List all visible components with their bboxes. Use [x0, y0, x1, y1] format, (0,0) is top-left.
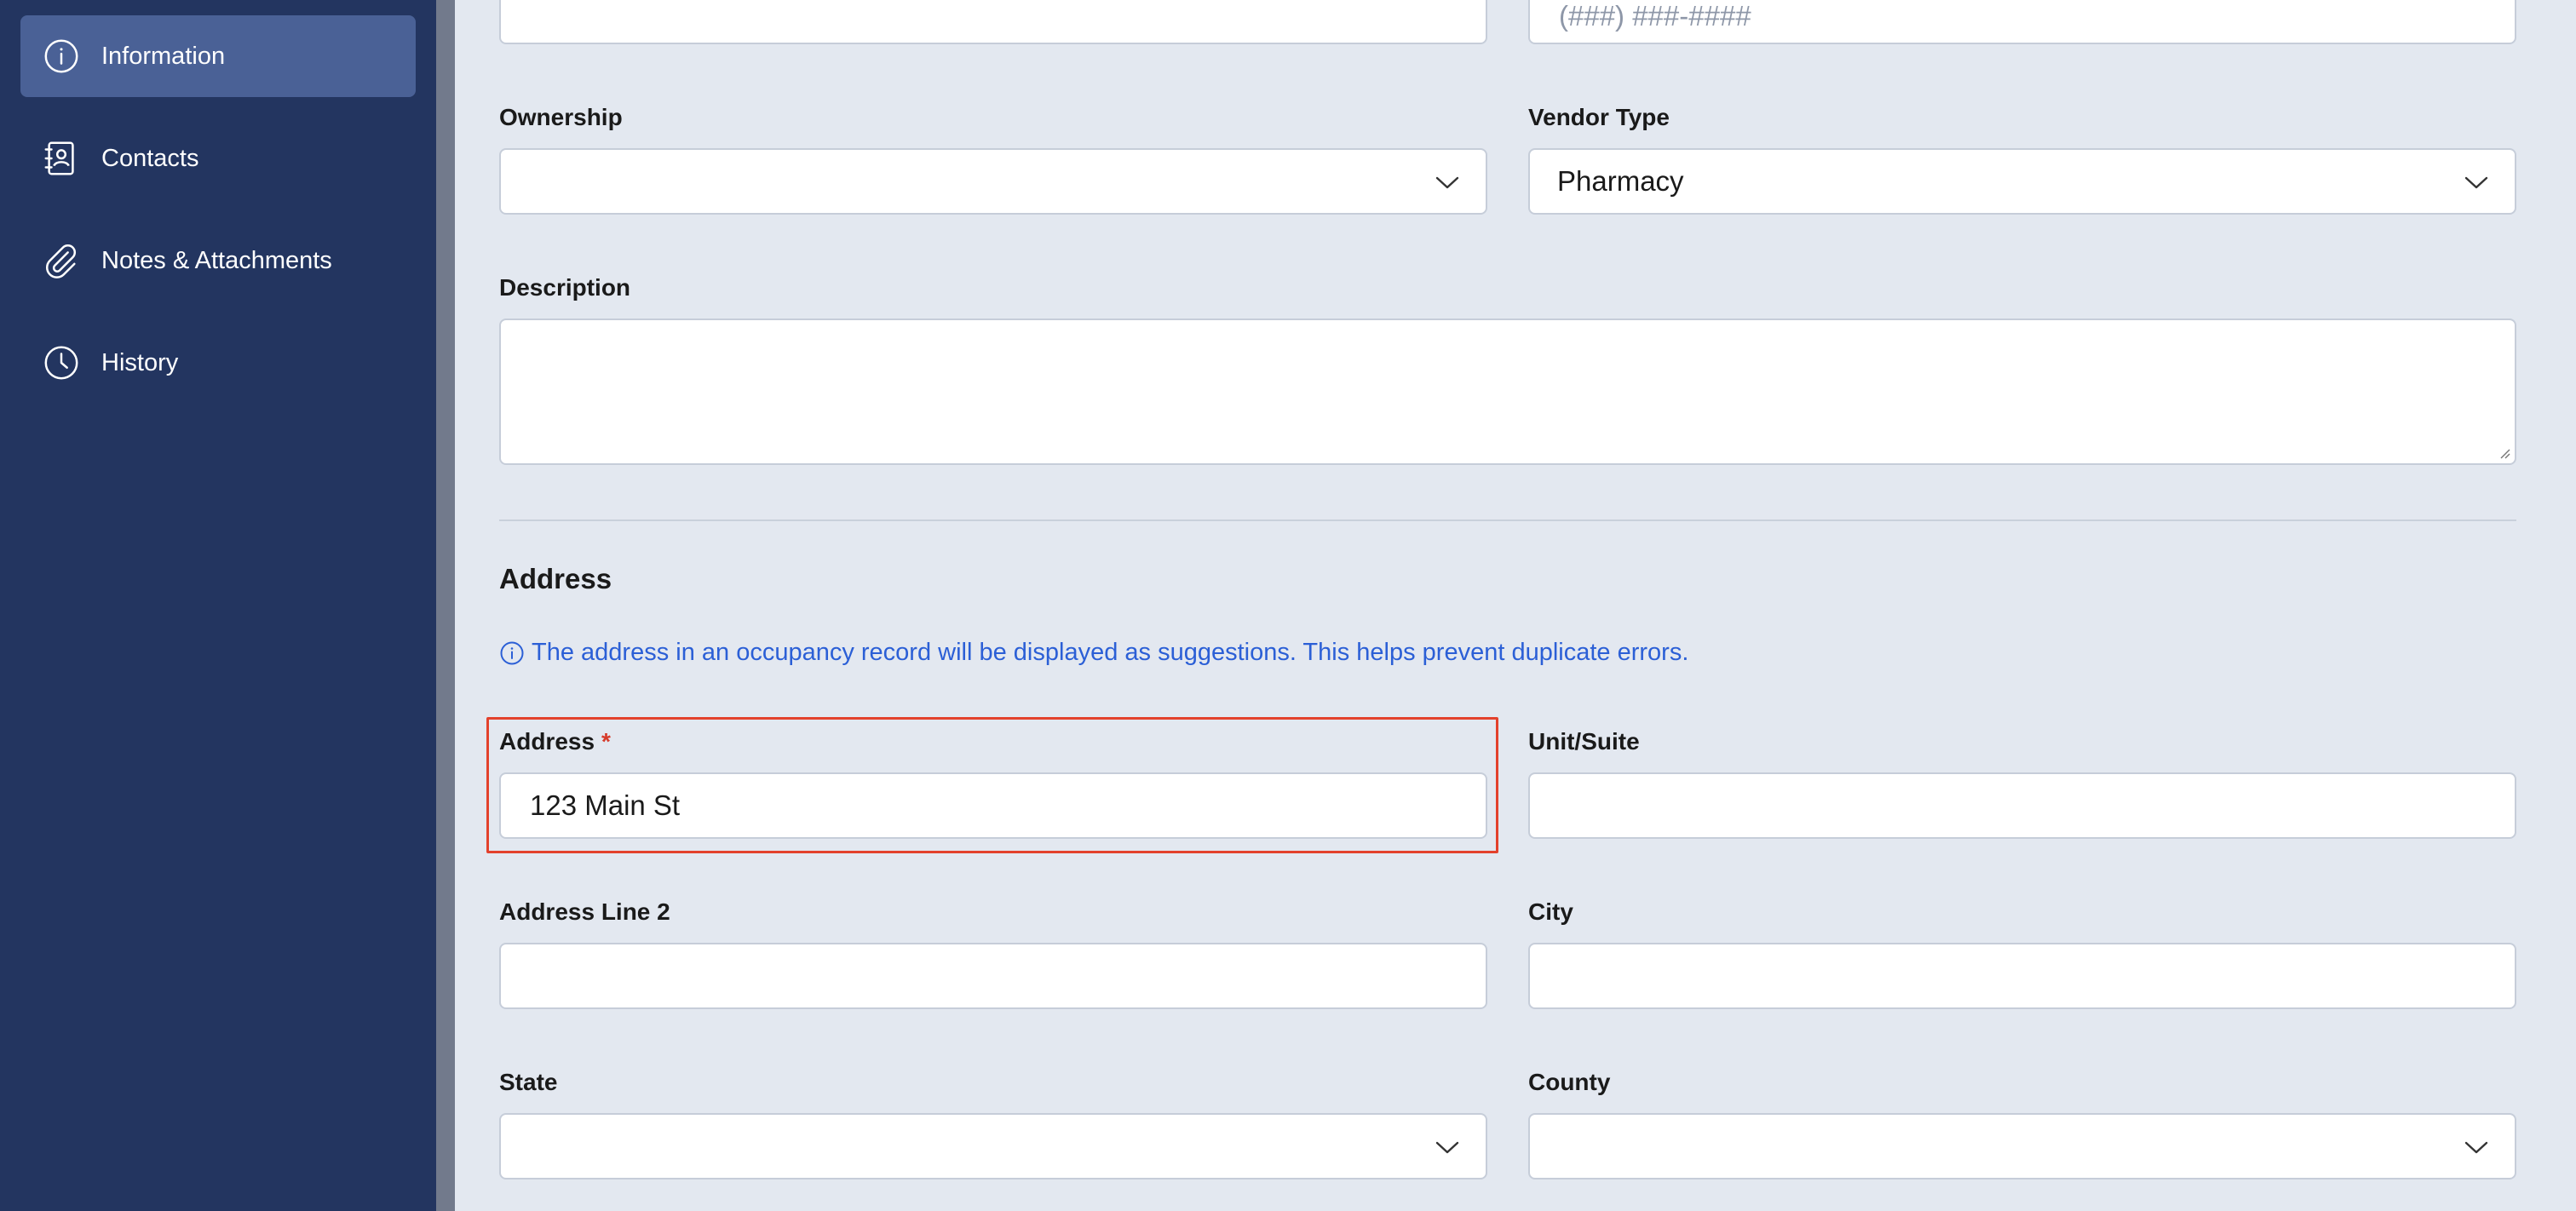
resize-handle-icon[interactable] [2498, 446, 2511, 460]
section-divider [499, 519, 2516, 521]
sidebar-item-label: Contacts [101, 145, 199, 172]
required-asterisk: * [601, 728, 611, 755]
main-content: (###) ###-#### Ownership Vendor Type Pha… [455, 0, 2576, 1211]
county-select[interactable] [1528, 1113, 2516, 1179]
vendor-type-value: Pharmacy [1557, 165, 1684, 197]
sidebar-item-contacts[interactable]: Contacts [20, 118, 416, 199]
address-line2-label: Address Line 2 [499, 898, 670, 925]
unit-suite-input[interactable] [1528, 772, 2516, 839]
state-select[interactable] [499, 1113, 1487, 1179]
address-input[interactable]: 123 Main St [499, 772, 1487, 839]
address-label: Address * [499, 728, 611, 755]
top-left-input[interactable] [499, 0, 1487, 44]
city-label: City [1528, 898, 1573, 925]
info-circle-icon [41, 36, 82, 77]
address-line2-input[interactable] [499, 943, 1487, 1009]
sidebar-item-label: Notes & Attachments [101, 247, 332, 274]
unit-suite-label: Unit/Suite [1528, 728, 1640, 755]
chevron-down-icon [2464, 1141, 2488, 1154]
sidebar-item-history[interactable]: History [20, 322, 416, 404]
vendor-type-label: Vendor Type [1528, 104, 1670, 130]
address-info-note: The address in an occupancy record will … [499, 639, 1688, 667]
ownership-label: Ownership [499, 104, 623, 130]
address-info-text: The address in an occupancy record will … [532, 639, 1689, 666]
county-label: County [1528, 1069, 1611, 1095]
vendor-type-select[interactable]: Pharmacy [1528, 148, 2516, 215]
description-label: Description [499, 274, 631, 301]
paperclip-icon [41, 240, 82, 281]
sidebar-item-label: Information [101, 43, 226, 70]
clock-icon [41, 342, 82, 383]
sidebar-item-information[interactable]: Information [20, 15, 416, 97]
address-section-title: Address [499, 563, 612, 594]
phone-input[interactable]: (###) ###-#### [1528, 0, 2516, 44]
chevron-down-icon [1435, 176, 1459, 189]
contact-book-icon [41, 138, 82, 179]
description-textarea[interactable] [499, 319, 2516, 465]
city-input[interactable] [1528, 943, 2516, 1009]
state-label: State [499, 1069, 558, 1095]
sidebar-item-label: History [101, 349, 179, 376]
sidebar: Information Contacts Notes & Attachments [0, 0, 436, 1211]
sidebar-item-notes-attachments[interactable]: Notes & Attachments [20, 220, 416, 301]
info-circle-icon [500, 641, 524, 664]
sidebar-divider [436, 0, 455, 1211]
address-label-text: Address [499, 728, 595, 755]
ownership-select[interactable] [499, 148, 1487, 215]
chevron-down-icon [2464, 176, 2488, 189]
chevron-down-icon [1435, 1141, 1459, 1154]
